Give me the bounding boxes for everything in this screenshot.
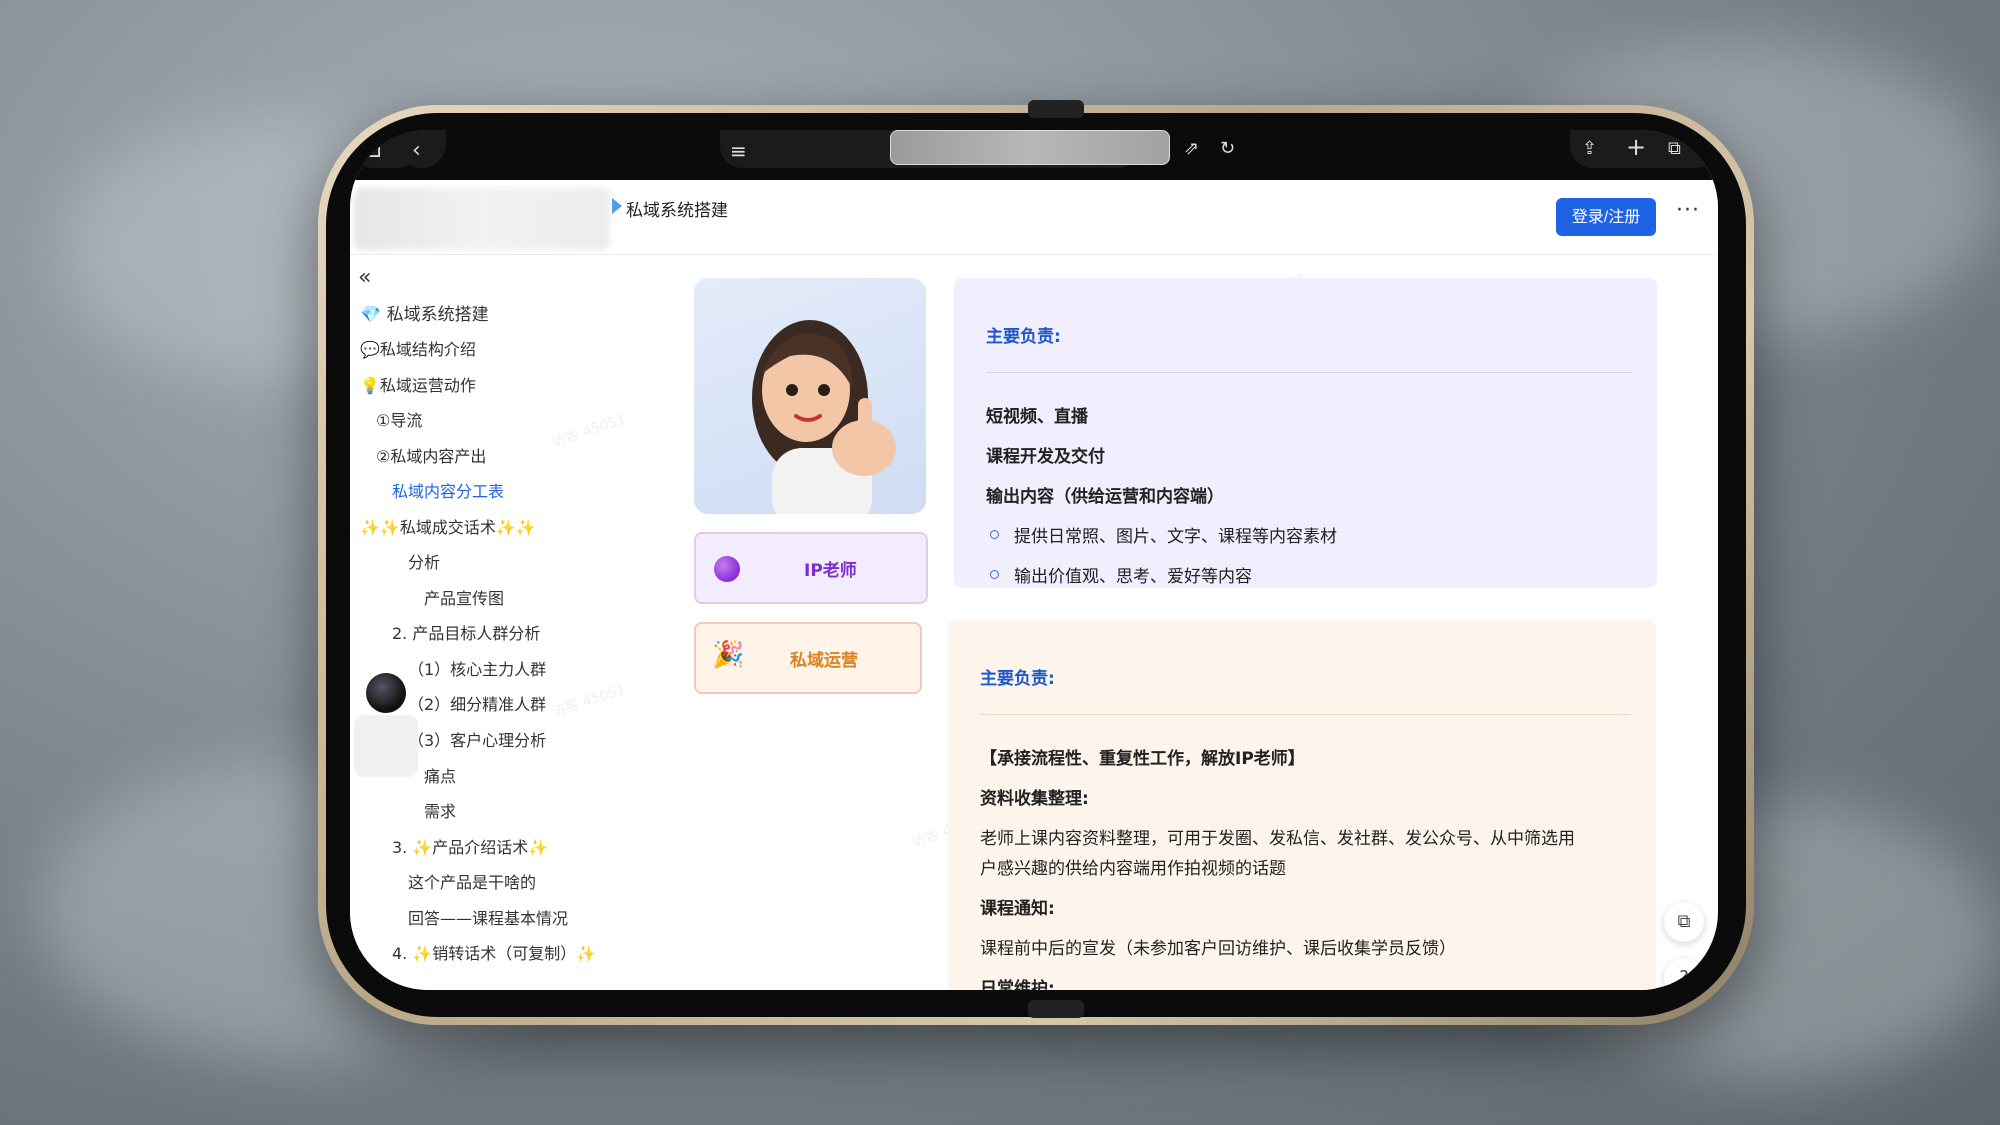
tab-overview-icon[interactable]: ⧉: [1668, 138, 1681, 160]
outline-sidebar: « 💎 私域系统搭建 💬私域结构介绍 💡私域运营动作 ①导流 ②私域内容产出 私…: [350, 255, 650, 990]
responsibility-line: 输出内容（供给运营和内容端）: [986, 487, 1224, 507]
panel-heading: 主要负责:: [986, 327, 1061, 347]
ops-subheading: 日常维护:: [980, 979, 1055, 990]
share-icon[interactable]: ⇗: [1184, 138, 1199, 160]
outline-item[interactable]: 痛点: [424, 763, 456, 787]
panel-heading: 主要负责:: [980, 669, 1055, 689]
url-bar[interactable]: [890, 130, 1170, 165]
divider: [980, 714, 1630, 715]
responsibility-line: 课程开发及交付: [986, 447, 1105, 467]
outline-item[interactable]: 4. ✨销转话术（可复制）✨: [392, 940, 596, 964]
private-ops-card[interactable]: 🎉 私域运营: [694, 622, 922, 694]
help-icon[interactable]: ?: [1664, 958, 1704, 990]
cartoon-woman-illustration: [752, 320, 896, 514]
ip-teacher-card[interactable]: IP老师: [694, 532, 928, 604]
bullet-item: 提供日常照、图片、文字、课程等内容素材: [1014, 527, 1337, 547]
ip-teacher-responsibilities-panel: 主要负责: 短视频、直播 课程开发及交付 输出内容（供给运营和内容端） 提供日常…: [954, 278, 1657, 588]
app-header: 私域系统搭建 登录/注册 ···: [350, 180, 1718, 255]
copy-icon[interactable]: ⧉: [1664, 902, 1704, 942]
private-ops-responsibilities-panel: 主要负责: 【承接流程性、重复性工作，解放IP老师】 资料收集整理: 老师上课内…: [948, 620, 1656, 990]
outline-item[interactable]: 💡私域运营动作: [360, 372, 476, 396]
outline-item[interactable]: ①导流: [376, 407, 422, 431]
upload-icon[interactable]: ⇪: [1582, 138, 1597, 160]
outline-item[interactable]: 产品宣传图: [424, 585, 504, 609]
doc-title: 私域系统搭建: [626, 201, 728, 221]
outline-item[interactable]: 分析: [408, 549, 440, 573]
outline-item[interactable]: ✨✨私域成交话术✨✨: [360, 514, 536, 538]
blurred-logo: [354, 188, 610, 250]
divider: [986, 372, 1632, 373]
back-icon[interactable]: ‹: [412, 140, 421, 162]
purple-circle-icon: [714, 556, 740, 582]
reload-icon[interactable]: ↻: [1220, 138, 1235, 160]
outline-item[interactable]: 2. 产品目标人群分析: [392, 620, 540, 644]
outline-item[interactable]: 💬私域结构介绍: [360, 336, 476, 360]
bullet-item: 输出价值观、思考、爱好等内容: [1014, 567, 1252, 587]
bullet-icon: [990, 530, 999, 539]
menu-icon[interactable]: ≡: [730, 140, 747, 162]
collapse-sidebar-icon[interactable]: «: [358, 265, 371, 290]
doc-flag-icon: [612, 198, 622, 214]
outline-item[interactable]: （2）细分精准人群: [408, 691, 546, 715]
user-avatar[interactable]: [366, 673, 406, 713]
responsibility-line: 短视频、直播: [986, 407, 1088, 427]
new-tab-icon[interactable]: +: [1626, 135, 1646, 159]
outline-item[interactable]: 💎 私域系统搭建: [360, 300, 489, 325]
outline-item-active[interactable]: 私域内容分工表: [392, 478, 504, 502]
bullet-icon: [990, 570, 999, 579]
ops-text: 课程前中后的宣发（未参加客户回访维护、课后收集学员反馈）: [980, 939, 1456, 959]
outline-item[interactable]: 这个产品是干啥的: [408, 869, 536, 893]
ops-line: 【承接流程性、重复性工作，解放IP老师】: [980, 749, 1305, 769]
browser-toolbar: ⊐ ‹ ≡ ⇗ ↻ ⇪ + ⧉: [350, 130, 1718, 180]
outline-item[interactable]: 回答——课程基本情况: [408, 905, 568, 929]
party-popper-icon: 🎉: [712, 640, 745, 670]
ops-subheading: 课程通知:: [980, 899, 1055, 919]
tabs-icon[interactable]: ⊐: [364, 140, 382, 162]
ops-text: 户感兴趣的供给内容端用作拍视频的话题: [980, 859, 1286, 879]
more-options-icon[interactable]: ···: [1676, 198, 1700, 223]
outline-item[interactable]: （1）核心主力人群: [408, 656, 546, 680]
screen: ⊐ ‹ ≡ ⇗ ↻ ⇪ + ⧉ 私域系统搭建 登录/注册 ··· « 💎 私域系…: [350, 130, 1718, 990]
ip-teacher-avatar-image: [694, 278, 926, 514]
ops-text: 老师上课内容资料整理，可用于发圈、发私信、发社群、发公众号、从中筛选用: [980, 829, 1575, 849]
hinge: [1028, 100, 1084, 118]
hinge: [1028, 1000, 1084, 1018]
ip-teacher-label: IP老师: [804, 561, 857, 581]
outline-item[interactable]: ②私域内容产出: [376, 443, 486, 467]
ops-subheading: 资料收集整理:: [980, 789, 1089, 809]
private-ops-label: 私域运营: [790, 651, 858, 671]
login-register-button[interactable]: 登录/注册: [1556, 198, 1656, 236]
outline-item[interactable]: 3. ✨产品介绍话术✨: [392, 834, 548, 858]
outline-item[interactable]: （3）客户心理分析: [408, 727, 546, 751]
outline-item[interactable]: 需求: [424, 798, 456, 822]
floating-panel: [354, 715, 418, 777]
